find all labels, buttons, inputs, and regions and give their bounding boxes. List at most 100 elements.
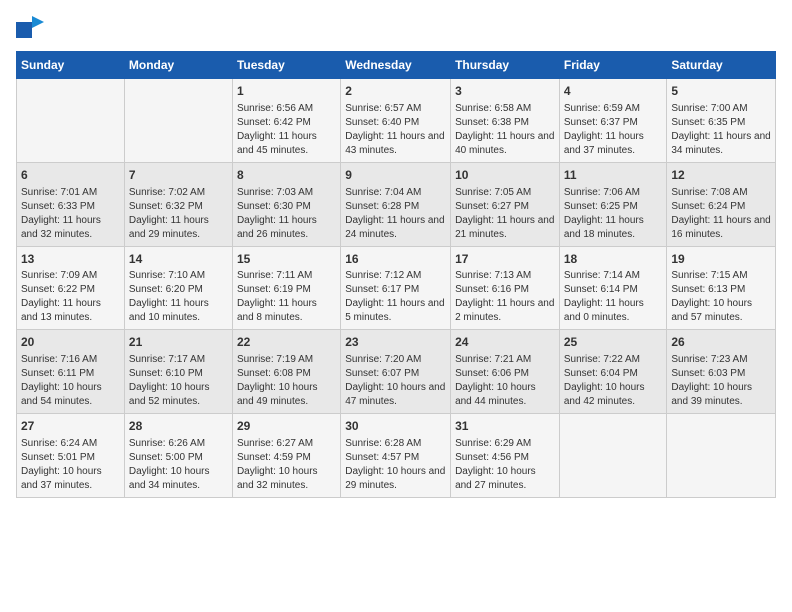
- calendar-cell: [667, 414, 776, 498]
- day-number: 30: [345, 418, 446, 435]
- day-number: 22: [237, 334, 336, 351]
- calendar-cell: 2 Sunrise: 6:57 AM Sunset: 6:40 PM Daylig…: [341, 79, 451, 163]
- day-info: Sunrise: 7:06 AM Sunset: 6:25 PM Dayligh…: [564, 186, 663, 242]
- calendar-cell: 4 Sunrise: 6:59 AM Sunset: 6:37 PM Daylig…: [559, 79, 667, 163]
- calendar-cell: 25 Sunrise: 7:22 AM Sunset: 6:04 PM Dayli…: [559, 330, 667, 414]
- day-number: 15: [237, 251, 336, 268]
- calendar-row-4: 20 Sunrise: 7:16 AM Sunset: 6:11 PM Dayli…: [17, 330, 776, 414]
- day-info: Sunrise: 7:20 AM Sunset: 6:07 PM Dayligh…: [345, 353, 446, 409]
- calendar-cell: 8Sunrise: 7:03 AM Sunset: 6:30 PM Daylig…: [232, 162, 340, 246]
- calendar-row-5: 27 Sunrise: 6:24 AM Sunset: 5:01 PM Dayli…: [17, 414, 776, 498]
- day-number: 25: [564, 334, 663, 351]
- day-number: 31: [455, 418, 555, 435]
- calendar-cell: 26Sunrise: 7:23 AM Sunset: 6:03 PM Dayli…: [667, 330, 776, 414]
- day-info: Sunrise: 7:23 AM Sunset: 6:03 PM Dayligh…: [671, 353, 771, 409]
- logo-icon: [16, 16, 44, 43]
- calendar-cell: 18Sunrise: 7:14 AM Sunset: 6:14 PM Dayli…: [559, 246, 667, 330]
- day-number: 27: [21, 418, 120, 435]
- calendar-cell: 13Sunrise: 7:09 AM Sunset: 6:22 PM Dayli…: [17, 246, 125, 330]
- calendar-cell: 23 Sunrise: 7:20 AM Sunset: 6:07 PM Dayli…: [341, 330, 451, 414]
- col-header-friday: Friday: [559, 52, 667, 79]
- logo: [16, 16, 46, 43]
- day-info: Sunrise: 7:11 AM Sunset: 6:19 PM Dayligh…: [237, 269, 336, 325]
- day-info: Sunrise: 7:01 AM Sunset: 6:33 PM Dayligh…: [21, 186, 120, 242]
- day-info: Sunrise: 7:04 AM Sunset: 6:28 PM Dayligh…: [345, 186, 446, 242]
- calendar-cell: [17, 79, 125, 163]
- day-info: Sunrise: 7:15 AM Sunset: 6:13 PM Dayligh…: [671, 269, 771, 325]
- day-info: Sunrise: 7:12 AM Sunset: 6:17 PM Dayligh…: [345, 269, 446, 325]
- day-info: Sunrise: 6:27 AM Sunset: 4:59 PM Dayligh…: [237, 437, 336, 493]
- calendar-cell: 12 Sunrise: 7:08 AM Sunset: 6:24 PM Dayli…: [667, 162, 776, 246]
- calendar-cell: 15Sunrise: 7:11 AM Sunset: 6:19 PM Dayli…: [232, 246, 340, 330]
- day-number: 9: [345, 167, 446, 184]
- day-info: Sunrise: 6:57 AM Sunset: 6:40 PM Dayligh…: [345, 102, 446, 158]
- day-number: 3: [455, 83, 555, 100]
- calendar-cell: 24 Sunrise: 7:21 AM Sunset: 6:06 PM Dayli…: [451, 330, 560, 414]
- day-info: Sunrise: 7:16 AM Sunset: 6:11 PM Dayligh…: [21, 353, 120, 409]
- day-number: 12: [671, 167, 771, 184]
- calendar-cell: 6Sunrise: 7:01 AM Sunset: 6:33 PM Daylig…: [17, 162, 125, 246]
- day-number: 10: [455, 167, 555, 184]
- day-number: 18: [564, 251, 663, 268]
- col-header-sunday: Sunday: [17, 52, 125, 79]
- day-number: 21: [129, 334, 228, 351]
- calendar-cell: 10 Sunrise: 7:05 AM Sunset: 6:27 PM Dayli…: [451, 162, 560, 246]
- day-info: Sunrise: 6:26 AM Sunset: 5:00 PM Dayligh…: [129, 437, 228, 493]
- day-info: Sunrise: 7:03 AM Sunset: 6:30 PM Dayligh…: [237, 186, 336, 242]
- day-info: Sunrise: 7:14 AM Sunset: 6:14 PM Dayligh…: [564, 269, 663, 325]
- day-number: 28: [129, 418, 228, 435]
- day-info: Sunrise: 7:13 AM Sunset: 6:16 PM Dayligh…: [455, 269, 555, 325]
- calendar-table: SundayMondayTuesdayWednesdayThursdayFrid…: [16, 51, 776, 498]
- calendar-cell: 17Sunrise: 7:13 AM Sunset: 6:16 PM Dayli…: [451, 246, 560, 330]
- day-info: Sunrise: 6:58 AM Sunset: 6:38 PM Dayligh…: [455, 102, 555, 158]
- calendar-cell: 27 Sunrise: 6:24 AM Sunset: 5:01 PM Dayli…: [17, 414, 125, 498]
- day-number: 11: [564, 167, 663, 184]
- calendar-row-3: 13Sunrise: 7:09 AM Sunset: 6:22 PM Dayli…: [17, 246, 776, 330]
- page-header: [16, 16, 776, 43]
- day-number: 14: [129, 251, 228, 268]
- calendar-cell: 21 Sunrise: 7:17 AM Sunset: 6:10 PM Dayli…: [124, 330, 232, 414]
- day-info: Sunrise: 7:02 AM Sunset: 6:32 PM Dayligh…: [129, 186, 228, 242]
- calendar-cell: 30 Sunrise: 6:28 AM Sunset: 4:57 PM Dayli…: [341, 414, 451, 498]
- calendar-cell: 14Sunrise: 7:10 AM Sunset: 6:20 PM Dayli…: [124, 246, 232, 330]
- calendar-cell: 11 Sunrise: 7:06 AM Sunset: 6:25 PM Dayli…: [559, 162, 667, 246]
- day-number: 24: [455, 334, 555, 351]
- col-header-tuesday: Tuesday: [232, 52, 340, 79]
- calendar-cell: 1 Sunrise: 6:56 AM Sunset: 6:42 PM Daylig…: [232, 79, 340, 163]
- day-info: Sunrise: 7:05 AM Sunset: 6:27 PM Dayligh…: [455, 186, 555, 242]
- calendar-cell: 29Sunrise: 6:27 AM Sunset: 4:59 PM Dayli…: [232, 414, 340, 498]
- day-number: 23: [345, 334, 446, 351]
- day-number: 19: [671, 251, 771, 268]
- day-info: Sunrise: 6:28 AM Sunset: 4:57 PM Dayligh…: [345, 437, 446, 493]
- day-number: 20: [21, 334, 120, 351]
- day-number: 4: [564, 83, 663, 100]
- calendar-cell: 19Sunrise: 7:15 AM Sunset: 6:13 PM Dayli…: [667, 246, 776, 330]
- day-info: Sunrise: 6:59 AM Sunset: 6:37 PM Dayligh…: [564, 102, 663, 158]
- col-header-monday: Monday: [124, 52, 232, 79]
- day-info: Sunrise: 6:56 AM Sunset: 6:42 PM Dayligh…: [237, 102, 336, 158]
- day-info: Sunrise: 7:08 AM Sunset: 6:24 PM Dayligh…: [671, 186, 771, 242]
- day-info: Sunrise: 6:24 AM Sunset: 5:01 PM Dayligh…: [21, 437, 120, 493]
- day-number: 2: [345, 83, 446, 100]
- calendar-cell: [124, 79, 232, 163]
- col-header-wednesday: Wednesday: [341, 52, 451, 79]
- day-info: Sunrise: 6:29 AM Sunset: 4:56 PM Dayligh…: [455, 437, 555, 493]
- day-number: 7: [129, 167, 228, 184]
- calendar-cell: [559, 414, 667, 498]
- calendar-row-1: 1 Sunrise: 6:56 AM Sunset: 6:42 PM Daylig…: [17, 79, 776, 163]
- day-info: Sunrise: 7:19 AM Sunset: 6:08 PM Dayligh…: [237, 353, 336, 409]
- calendar-cell: 20 Sunrise: 7:16 AM Sunset: 6:11 PM Dayli…: [17, 330, 125, 414]
- calendar-cell: 5Sunrise: 7:00 AM Sunset: 6:35 PM Daylig…: [667, 79, 776, 163]
- calendar-cell: 16Sunrise: 7:12 AM Sunset: 6:17 PM Dayli…: [341, 246, 451, 330]
- calendar-cell: 22 Sunrise: 7:19 AM Sunset: 6:08 PM Dayli…: [232, 330, 340, 414]
- day-info: Sunrise: 7:00 AM Sunset: 6:35 PM Dayligh…: [671, 102, 771, 158]
- day-info: Sunrise: 7:22 AM Sunset: 6:04 PM Dayligh…: [564, 353, 663, 409]
- day-info: Sunrise: 7:21 AM Sunset: 6:06 PM Dayligh…: [455, 353, 555, 409]
- calendar-cell: 7 Sunrise: 7:02 AM Sunset: 6:32 PM Daylig…: [124, 162, 232, 246]
- calendar-cell: 3 Sunrise: 6:58 AM Sunset: 6:38 PM Daylig…: [451, 79, 560, 163]
- calendar-row-2: 6Sunrise: 7:01 AM Sunset: 6:33 PM Daylig…: [17, 162, 776, 246]
- calendar-cell: 28 Sunrise: 6:26 AM Sunset: 5:00 PM Dayli…: [124, 414, 232, 498]
- day-number: 16: [345, 251, 446, 268]
- day-number: 1: [237, 83, 336, 100]
- day-info: Sunrise: 7:17 AM Sunset: 6:10 PM Dayligh…: [129, 353, 228, 409]
